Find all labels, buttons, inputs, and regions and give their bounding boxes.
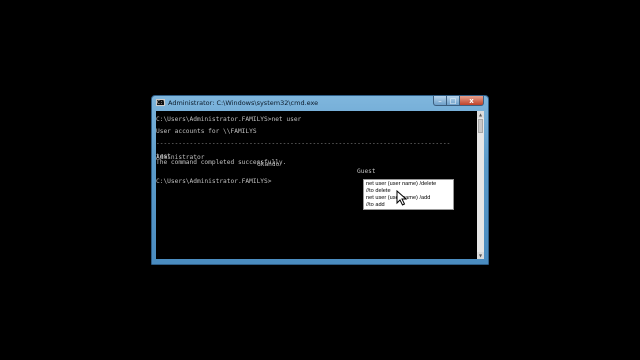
window-title: Administrator: C:\Windows\system32\cmd.e… bbox=[168, 99, 319, 107]
console-line-prompt: C:\Users\Administrator.FAMILYS> bbox=[156, 178, 272, 185]
window-controls: – □ x bbox=[433, 96, 484, 106]
vertical-scrollbar[interactable]: ▲ ▼ bbox=[477, 111, 484, 259]
scroll-thumb[interactable] bbox=[478, 119, 483, 133]
annotation-note: net user (user name) /delete //to delete… bbox=[363, 179, 454, 210]
title-bar[interactable]: C:\ Administrator: C:\Windows\system32\c… bbox=[152, 96, 488, 110]
console-line-command: C:\Users\Administrator.FAMILYS>net user bbox=[156, 116, 302, 123]
note-line-add-command: net user (user name) /add bbox=[366, 195, 431, 201]
note-line-add-comment: //to add bbox=[366, 202, 385, 208]
console-line-header: User accounts for \\FAMILYS bbox=[156, 128, 257, 135]
close-button[interactable]: x bbox=[460, 96, 484, 106]
cmd-icon: C:\ bbox=[156, 99, 167, 106]
cmd-icon-glyph: C:\ bbox=[157, 100, 167, 106]
mouse-pointer-icon bbox=[396, 190, 408, 206]
scroll-up-icon[interactable]: ▲ bbox=[477, 111, 484, 118]
account-guest: Guest bbox=[357, 168, 376, 175]
scroll-down-icon[interactable]: ▼ bbox=[477, 252, 484, 259]
console-line-separator: ----------------------------------------… bbox=[156, 140, 451, 147]
note-line-delete-comment: //to delete bbox=[366, 188, 391, 194]
maximize-button[interactable]: □ bbox=[447, 96, 460, 106]
note-line-delete-command: net user (user name) /delete bbox=[366, 181, 437, 187]
minimize-button[interactable]: – bbox=[433, 96, 447, 106]
console-line-status: The command completed successfully. bbox=[156, 159, 287, 166]
